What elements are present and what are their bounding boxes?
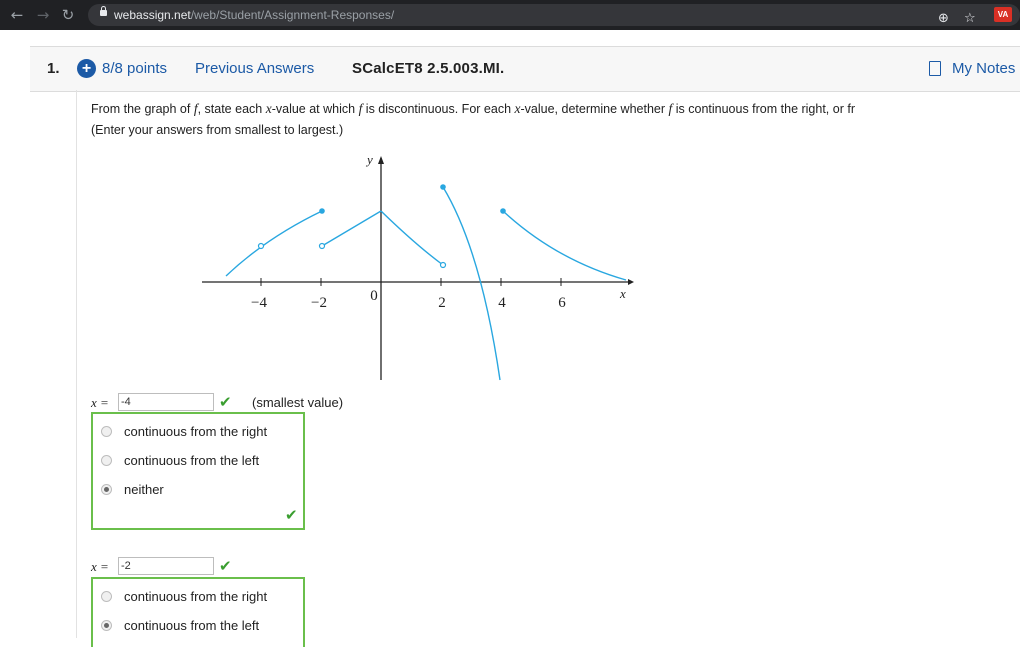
tick-label: −2 — [311, 295, 327, 311]
option-label: continuous from the right — [124, 589, 268, 604]
points-link[interactable]: 8/8 points — [102, 60, 167, 77]
radio-button-selected[interactable] — [101, 620, 112, 631]
lock-icon — [100, 6, 107, 16]
question-number: 1. — [47, 60, 60, 77]
content-divider — [76, 90, 77, 638]
answer-1-note: (smallest value) — [252, 395, 344, 410]
reload-icon[interactable]: ↻ — [58, 5, 78, 25]
forward-icon[interactable]: → — [33, 5, 53, 25]
curve-segment-4 — [442, 186, 501, 381]
star-icon[interactable]: ☆ — [964, 8, 976, 30]
my-notes-link[interactable]: My Notes — [952, 60, 1015, 77]
address-bar[interactable]: webassign.net/web/Student/Assignment-Res… — [88, 4, 1020, 26]
prompt-line-1: From the graph of f, state each x-value … — [91, 101, 855, 116]
question-header: 1. + 8/8 points Previous Answers SCalcET… — [30, 46, 1020, 92]
tick-label: 4 — [498, 295, 506, 311]
url-path: /web/Student/Assignment-Responses/ — [190, 8, 395, 22]
answer-2-options: continuous from the right continuous fro… — [91, 577, 305, 647]
check-icon: ✔ — [285, 506, 298, 524]
closed-point — [440, 184, 446, 190]
zoom-icon[interactable]: ⊕ — [938, 8, 949, 30]
open-point — [318, 242, 326, 250]
radio-button[interactable] — [101, 455, 112, 466]
function-graph: y x −4 −2 0 2 4 6 — [202, 152, 634, 381]
radio-button-selected[interactable] — [101, 484, 112, 495]
back-icon[interactable]: ← — [7, 5, 27, 25]
radio-button[interactable] — [101, 591, 112, 602]
curve-segment-2 — [321, 210, 382, 247]
answer-2-x-label: x = — [91, 559, 109, 574]
answer-1-x-input[interactable] — [118, 393, 214, 411]
closed-point — [500, 208, 506, 214]
expand-plus-icon[interactable]: + — [77, 59, 96, 78]
y-axis-arrow — [378, 156, 384, 164]
option-label: continuous from the right — [124, 424, 268, 439]
tick-label: 0 — [370, 288, 378, 304]
answer-2-x-input[interactable] — [118, 557, 214, 575]
curve-segment-5 — [502, 210, 627, 281]
curve-segment-1 — [225, 210, 323, 277]
x-axis-label: x — [619, 286, 626, 301]
x-axis-arrow — [628, 279, 634, 285]
prompt-line-2: (Enter your answers from smallest to lar… — [91, 123, 344, 137]
answer-1-options: continuous from the right continuous fro… — [91, 412, 305, 530]
option-label: continuous from the left — [124, 618, 260, 633]
open-point — [439, 261, 447, 269]
tick-label: −4 — [251, 295, 267, 311]
y-axis-label: y — [365, 152, 373, 167]
closed-point — [319, 208, 325, 214]
check-icon: ✔ — [219, 393, 232, 411]
tick-label: 6 — [558, 295, 566, 311]
option-label: neither — [124, 482, 164, 497]
question-prompt: From the graph of f, state each x-value … — [91, 98, 855, 141]
question-code: SCalcET8 2.5.003.MI. — [352, 60, 505, 77]
open-point — [257, 242, 265, 250]
notes-icon[interactable] — [929, 61, 941, 76]
previous-answers-link[interactable]: Previous Answers — [195, 60, 314, 77]
url-host: webassign.net — [114, 8, 191, 22]
tick-label: 2 — [438, 295, 446, 311]
browser-toolbar: ← → ↻ webassign.net/web/Student/Assignme… — [0, 0, 1020, 30]
url-text: webassign.net/web/Student/Assignment-Res… — [114, 7, 394, 23]
radio-button[interactable] — [101, 426, 112, 437]
check-icon: ✔ — [219, 557, 232, 575]
answer-1-x-label: x = — [91, 395, 109, 410]
extension-icon[interactable]: VA — [994, 7, 1012, 22]
option-label: continuous from the left — [124, 453, 260, 468]
curve-segment-3 — [380, 210, 444, 266]
